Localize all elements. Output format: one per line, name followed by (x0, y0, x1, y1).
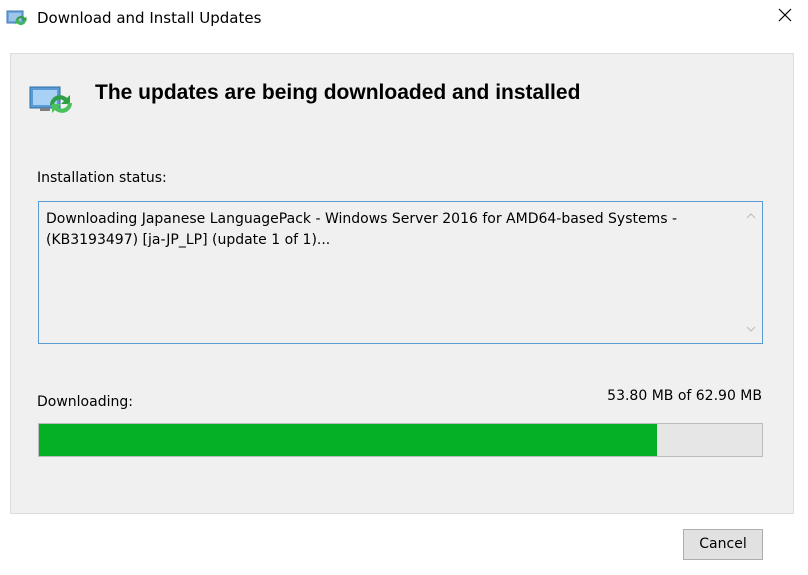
close-icon (778, 7, 792, 26)
progress-fill (39, 424, 658, 456)
download-size-text: 53.80 MB of 62.90 MB (607, 388, 762, 404)
content-panel: The updates are being downloaded and ins… (10, 53, 794, 514)
cancel-button[interactable]: Cancel (683, 529, 763, 560)
window-title: Download and Install Updates (37, 9, 262, 27)
installation-status-text: Downloading Japanese LanguagePack - Wind… (46, 211, 682, 248)
downloading-label: Downloading: (37, 394, 133, 410)
scroll-up-icon[interactable] (743, 208, 759, 224)
download-install-updates-dialog: Download and Install Updates The updates… (0, 0, 808, 575)
title-bar: Download and Install Updates (0, 0, 808, 38)
vertical-scrollbar[interactable] (740, 202, 762, 343)
installation-status-textbox[interactable]: Downloading Japanese LanguagePack - Wind… (38, 201, 763, 344)
dialog-heading: The updates are being downloaded and ins… (95, 81, 581, 104)
close-button[interactable] (762, 0, 808, 32)
installation-status-label: Installation status: (37, 170, 167, 186)
windows-update-icon (6, 9, 28, 27)
download-progress-bar (38, 423, 763, 457)
windows-update-icon (28, 81, 76, 119)
scroll-down-icon[interactable] (743, 321, 759, 337)
